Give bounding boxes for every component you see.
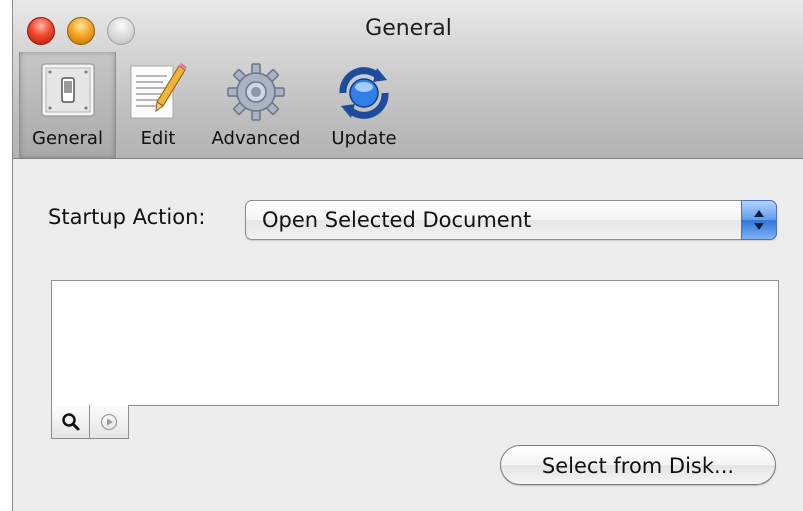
- toolbar-item-advanced[interactable]: Advanced: [201, 52, 311, 158]
- window-title: General: [365, 16, 452, 41]
- select-from-disk-button[interactable]: Select from Disk...: [500, 445, 776, 485]
- toolbar-item-edit[interactable]: Edit: [123, 52, 193, 158]
- switch-icon: [40, 62, 96, 122]
- startup-action-value: Open Selected Document: [262, 208, 532, 232]
- popup-arrows-icon: [741, 200, 777, 240]
- startup-action-popup[interactable]: Open Selected Document: [245, 200, 777, 240]
- title-toolbar: General General Edit Advanced Update: [13, 0, 803, 159]
- list-button-bar: [51, 405, 129, 439]
- toolbar-item-general[interactable]: General: [19, 52, 116, 158]
- play-circle-icon: [100, 413, 118, 430]
- toolbar-item-update[interactable]: Update: [321, 52, 407, 158]
- toolbar-label-edit: Edit: [140, 128, 176, 149]
- toolbar-label-general: General: [32, 128, 103, 149]
- document-list[interactable]: [51, 280, 779, 406]
- startup-action-label: Startup Action:: [48, 205, 206, 229]
- toolbar-label-advanced: Advanced: [211, 128, 301, 149]
- notepad-pencil-icon: [127, 62, 189, 126]
- general-pane: Startup Action: Open Selected Document S…: [13, 159, 803, 511]
- preferences-window: General General Edit Advanced Update Sta…: [12, 0, 803, 511]
- search-button[interactable]: [51, 405, 90, 439]
- toolbar-label-update: Update: [331, 128, 397, 149]
- sync-globe-icon: [333, 62, 395, 128]
- gear-icon: [226, 62, 286, 126]
- play-button[interactable]: [90, 405, 129, 439]
- magnifier-icon: [61, 412, 79, 430]
